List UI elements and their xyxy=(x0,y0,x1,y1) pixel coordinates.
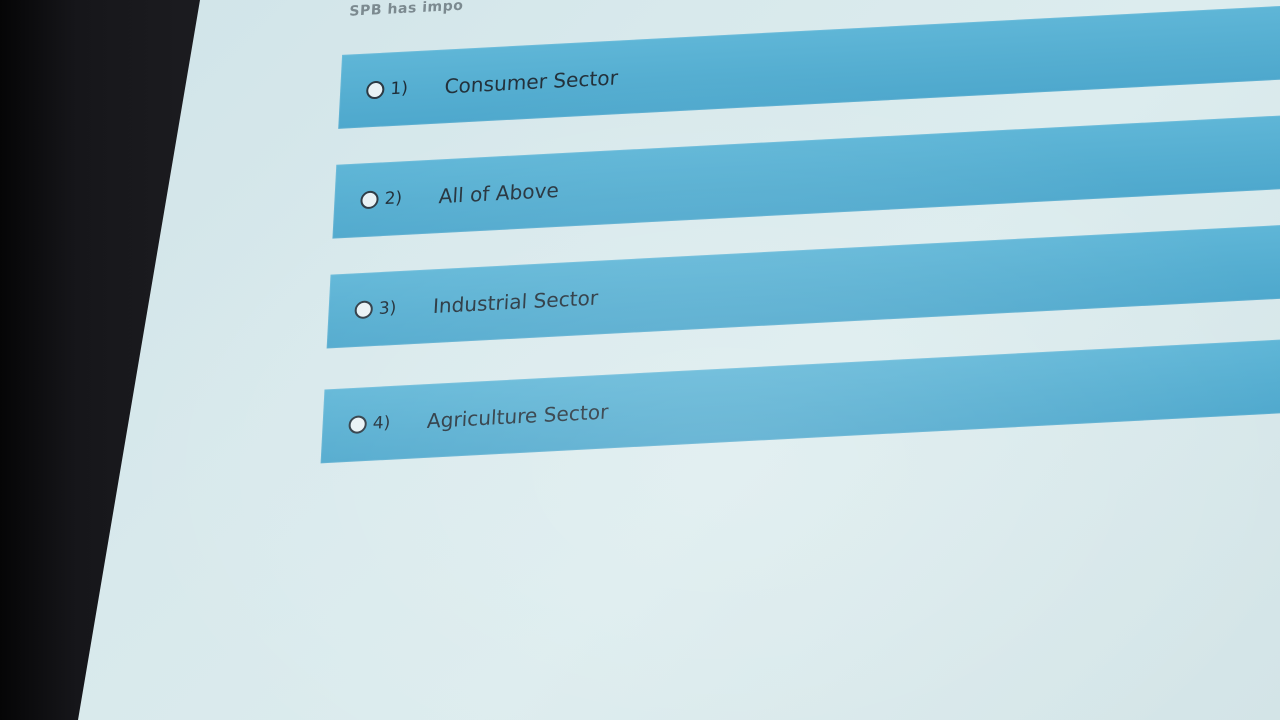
option-number: 4) xyxy=(372,412,391,434)
option-number: 3) xyxy=(378,298,397,319)
radio-button-icon[interactable] xyxy=(348,415,368,435)
option-label: All of Above xyxy=(438,178,560,209)
radio-button-icon[interactable] xyxy=(365,80,385,100)
option-1[interactable]: 1) Consumer Sector xyxy=(338,2,1280,129)
option-label: Industrial Sector xyxy=(432,285,599,319)
radio-button-icon[interactable] xyxy=(354,300,374,320)
option-number: 2) xyxy=(384,188,403,210)
option-2[interactable]: 2) All of Above xyxy=(332,112,1280,239)
option-label: Consumer Sector xyxy=(443,65,619,99)
option-label: Agriculture Sector xyxy=(426,399,609,433)
option-4[interactable]: 4) Agriculture Sector xyxy=(320,337,1280,464)
radio-button-icon[interactable] xyxy=(360,190,380,210)
option-number: 1) xyxy=(389,78,409,100)
quiz-panel: SPB has impo 1) Consumer Sector 2) All o… xyxy=(307,0,1280,719)
question-text: SPB has impo xyxy=(348,0,464,20)
option-3[interactable]: 3) Industrial Sector xyxy=(326,222,1280,349)
